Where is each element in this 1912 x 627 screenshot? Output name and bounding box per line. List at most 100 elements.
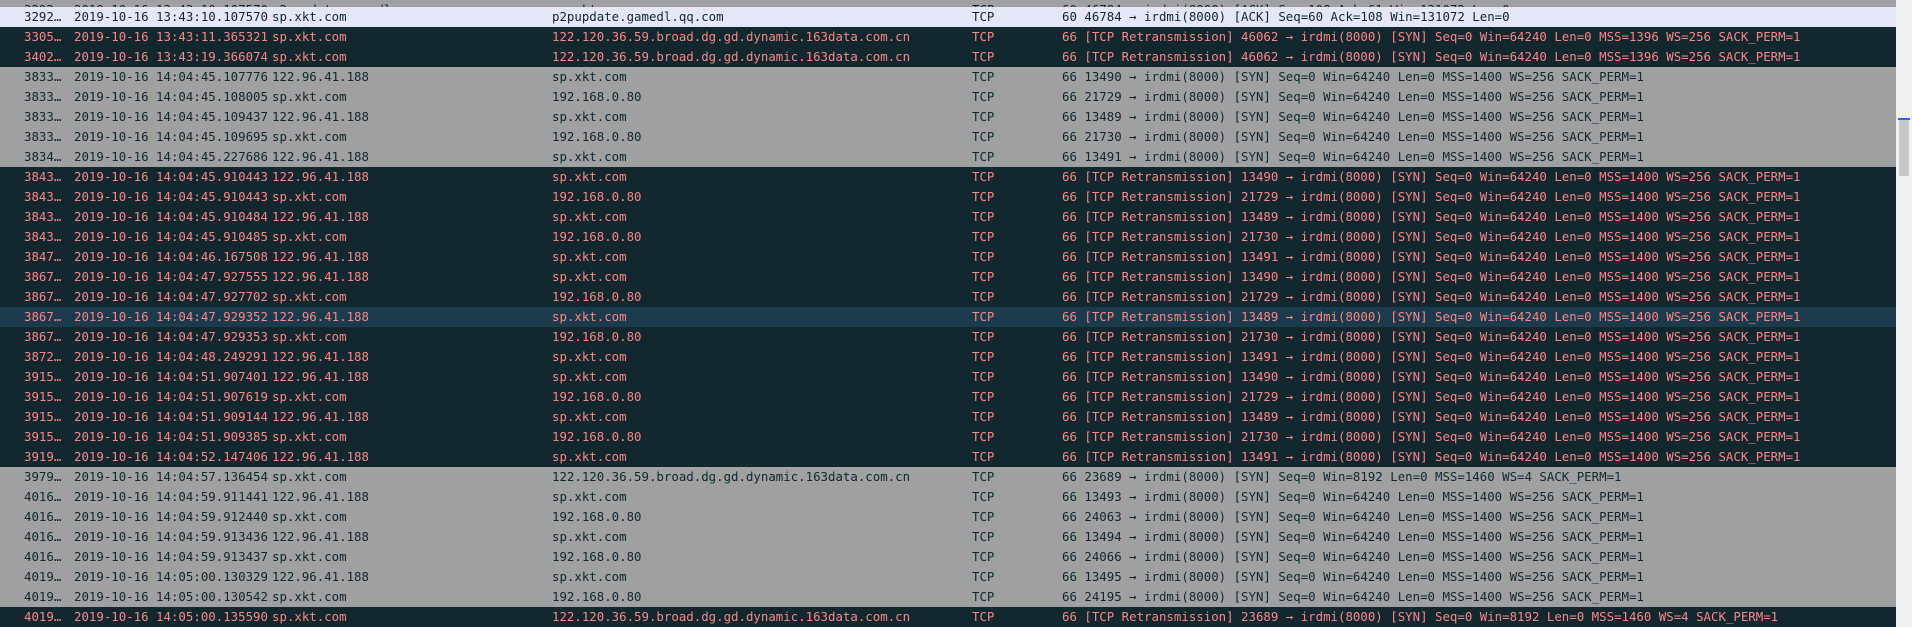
packet-row[interactable]: 3843… 2019-10-16 14:04:45.910484 122.96.41… xyxy=(0,207,1896,227)
packet-row[interactable]: 4019… 2019-10-16 14:05:00.130542 sp.xkt.co… xyxy=(0,587,1896,607)
packet-row[interactable]: 3292…2019-10-16 13:43:10.107570p2pupdate… xyxy=(0,0,1896,7)
packet-protocol: TCP xyxy=(972,589,995,604)
packet-row[interactable]: 3833… 2019-10-16 14:04:45.109437 122.96.41… xyxy=(0,107,1896,127)
packet-destination: sp.xkt.com xyxy=(552,249,627,264)
packet-time: 2019-10-16 14:04:57.136454 xyxy=(74,469,268,484)
packet-info: 66 24195 → irdmi(8000) [SYN] Seq=0 Win=6… xyxy=(1062,589,1644,604)
packet-info: 66 13493 → irdmi(8000) [SYN] Seq=0 Win=6… xyxy=(1062,489,1644,504)
packet-time: 2019-10-16 14:04:51.907619 xyxy=(74,389,268,404)
packet-row[interactable]: 3867… 2019-10-16 14:04:47.929353 sp.xkt.co… xyxy=(0,327,1896,347)
packet-source: sp.xkt.com xyxy=(272,469,347,484)
packet-protocol: TCP xyxy=(972,49,995,64)
packet-row[interactable]: 3847… 2019-10-16 14:04:46.167508 122.96.41… xyxy=(0,247,1896,267)
packet-info: 66 21729 → irdmi(8000) [SYN] Seq=0 Win=6… xyxy=(1062,89,1644,104)
packet-row[interactable]: 3867… 2019-10-16 14:04:47.929352 122.96.41… xyxy=(0,307,1896,327)
packet-info: 66 [TCP Retransmission] 21730 → irdmi(80… xyxy=(1062,329,1801,344)
packet-protocol: TCP xyxy=(972,489,995,504)
packet-destination: sp.xkt.com xyxy=(552,369,627,384)
packet-row[interactable]: 3833… 2019-10-16 14:04:45.107776 122.96.41… xyxy=(0,67,1896,87)
packet-destination: sp.xkt.com xyxy=(552,109,627,124)
packet-destination: sp.xkt.com xyxy=(552,489,627,504)
packet-row[interactable]: 4016… 2019-10-16 14:04:59.912440 sp.xkt.co… xyxy=(0,507,1896,527)
packet-number: 4016… xyxy=(24,529,62,544)
packet-row[interactable]: 4016… 2019-10-16 14:04:59.911441 122.96.41… xyxy=(0,487,1896,507)
packet-row[interactable]: 3867… 2019-10-16 14:04:47.927555 122.96.41… xyxy=(0,267,1896,287)
packet-protocol: TCP xyxy=(972,549,995,564)
packet-destination: 122.120.36.59.broad.dg.gd.dynamic.163dat… xyxy=(552,609,911,624)
packet-number: 3292… xyxy=(24,9,62,24)
packet-destination: 192.168.0.80 xyxy=(552,189,642,204)
packet-row[interactable]: 3834… 2019-10-16 14:04:45.227686 122.96.41… xyxy=(0,147,1896,167)
packet-destination: sp.xkt.com xyxy=(552,269,627,284)
packet-time: 2019-10-16 14:04:59.913437 xyxy=(74,549,268,564)
packet-source: 122.96.41.188 xyxy=(272,209,369,224)
packet-row[interactable]: 3915… 2019-10-16 14:04:51.909385 sp.xkt.co… xyxy=(0,427,1896,447)
packet-source: sp.xkt.com xyxy=(272,509,347,524)
packet-time: 2019-10-16 14:04:45.910485 xyxy=(74,229,268,244)
packet-row[interactable]: 4016… 2019-10-16 14:04:59.913436 122.96.41… xyxy=(0,527,1896,547)
packet-number: 3402… xyxy=(24,49,62,64)
packet-row[interactable]: 3919… 2019-10-16 14:04:52.147406 122.96.41… xyxy=(0,447,1896,467)
packet-source: 122.96.41.188 xyxy=(272,169,369,184)
packet-number: 3872… xyxy=(24,349,62,364)
packet-row[interactable]: 3915… 2019-10-16 14:04:51.907619 sp.xkt.co… xyxy=(0,387,1896,407)
packet-protocol: TCP xyxy=(972,389,995,404)
packet-destination: sp.xkt.com xyxy=(552,69,627,84)
packet-destination: sp.xkt.com xyxy=(552,0,968,7)
packet-destination: sp.xkt.com xyxy=(552,529,627,544)
packet-source: 122.96.41.188 xyxy=(272,489,369,504)
packet-info: 66 13494 → irdmi(8000) [SYN] Seq=0 Win=6… xyxy=(1062,529,1644,544)
packet-time: 2019-10-16 14:04:59.913436 xyxy=(74,529,268,544)
packet-protocol: TCP xyxy=(972,9,995,24)
packet-row[interactable]: 3915… 2019-10-16 14:04:51.907401 122.96.41… xyxy=(0,367,1896,387)
packet-source: sp.xkt.com xyxy=(272,549,347,564)
packet-protocol: TCP xyxy=(972,29,995,44)
packet-row[interactable]: 3979… 2019-10-16 14:04:57.136454 sp.xkt.co… xyxy=(0,467,1896,487)
packet-protocol: TCP xyxy=(972,409,995,424)
packet-source: 122.96.41.188 xyxy=(272,309,369,324)
packet-info: 66 [TCP Retransmission] 21729 → irdmi(80… xyxy=(1062,289,1801,304)
packet-row[interactable]: 3915… 2019-10-16 14:04:51.909144 122.96.41… xyxy=(0,407,1896,427)
packet-row[interactable]: 3872… 2019-10-16 14:04:48.249291 122.96.41… xyxy=(0,347,1896,367)
packet-time: 2019-10-16 14:05:00.130329 xyxy=(74,569,268,584)
packet-destination: sp.xkt.com xyxy=(552,209,627,224)
packet-row[interactable]: 3305… 2019-10-16 13:43:11.365321 sp.xkt.co… xyxy=(0,27,1896,47)
packet-protocol: TCP xyxy=(972,129,995,144)
packet-row[interactable]: 3833… 2019-10-16 14:04:45.109695 sp.xkt.co… xyxy=(0,127,1896,147)
packet-row[interactable]: 3843… 2019-10-16 14:04:45.910485 sp.xkt.co… xyxy=(0,227,1896,247)
packet-protocol: TCP xyxy=(972,609,995,624)
packet-source: sp.xkt.com xyxy=(272,129,347,144)
packet-number: 4019… xyxy=(24,569,62,584)
packet-info: 66 24063 → irdmi(8000) [SYN] Seq=0 Win=6… xyxy=(1062,509,1644,524)
packet-row[interactable]: 3833… 2019-10-16 14:04:45.108005 sp.xkt.co… xyxy=(0,87,1896,107)
packet-number: 3305… xyxy=(24,29,62,44)
packet-destination: sp.xkt.com xyxy=(552,409,627,424)
packet-time: 2019-10-16 14:04:52.147406 xyxy=(74,449,268,464)
packet-row[interactable]: 3843… 2019-10-16 14:04:45.910443 122.96.41… xyxy=(0,167,1896,187)
packet-protocol: TCP xyxy=(972,529,995,544)
packet-source: 122.96.41.188 xyxy=(272,449,369,464)
packet-number: 3867… xyxy=(24,329,62,344)
packet-list[interactable]: 3292…2019-10-16 13:43:10.107570p2pupdate… xyxy=(0,0,1896,627)
packet-time: 2019-10-16 14:04:45.910443 xyxy=(74,169,268,184)
packet-row[interactable]: 4019… 2019-10-16 14:05:00.135590 sp.xkt.co… xyxy=(0,607,1896,627)
packet-number: 3867… xyxy=(24,309,62,324)
packet-number: 3867… xyxy=(24,289,62,304)
scroll-thumb[interactable] xyxy=(1899,120,1909,176)
packet-row[interactable]: 3843… 2019-10-16 14:04:45.910443 sp.xkt.co… xyxy=(0,187,1896,207)
packet-number: 3834… xyxy=(24,149,62,164)
packet-row[interactable]: 3292… 2019-10-16 13:43:10.107570 sp.xkt.co… xyxy=(0,7,1896,27)
packet-row[interactable]: 3402… 2019-10-16 13:43:19.366074 sp.xkt.co… xyxy=(0,47,1896,67)
packet-time: 2019-10-16 14:04:51.907401 xyxy=(74,369,268,384)
packet-time: 2019-10-16 14:04:48.249291 xyxy=(74,349,268,364)
packet-destination: sp.xkt.com xyxy=(552,569,627,584)
packet-number: 3833… xyxy=(24,129,62,144)
packet-row[interactable]: 3867… 2019-10-16 14:04:47.927702 sp.xkt.co… xyxy=(0,287,1896,307)
packet-time: 2019-10-16 14:04:46.167508 xyxy=(74,249,268,264)
packet-source: 122.96.41.188 xyxy=(272,149,369,164)
packet-source: 122.96.41.188 xyxy=(272,409,369,424)
packet-row[interactable]: 4016… 2019-10-16 14:04:59.913437 sp.xkt.co… xyxy=(0,547,1896,567)
vertical-scrollbar[interactable] xyxy=(1896,0,1912,627)
packet-number: 4016… xyxy=(24,549,62,564)
packet-row[interactable]: 4019… 2019-10-16 14:05:00.130329 122.96.41… xyxy=(0,567,1896,587)
